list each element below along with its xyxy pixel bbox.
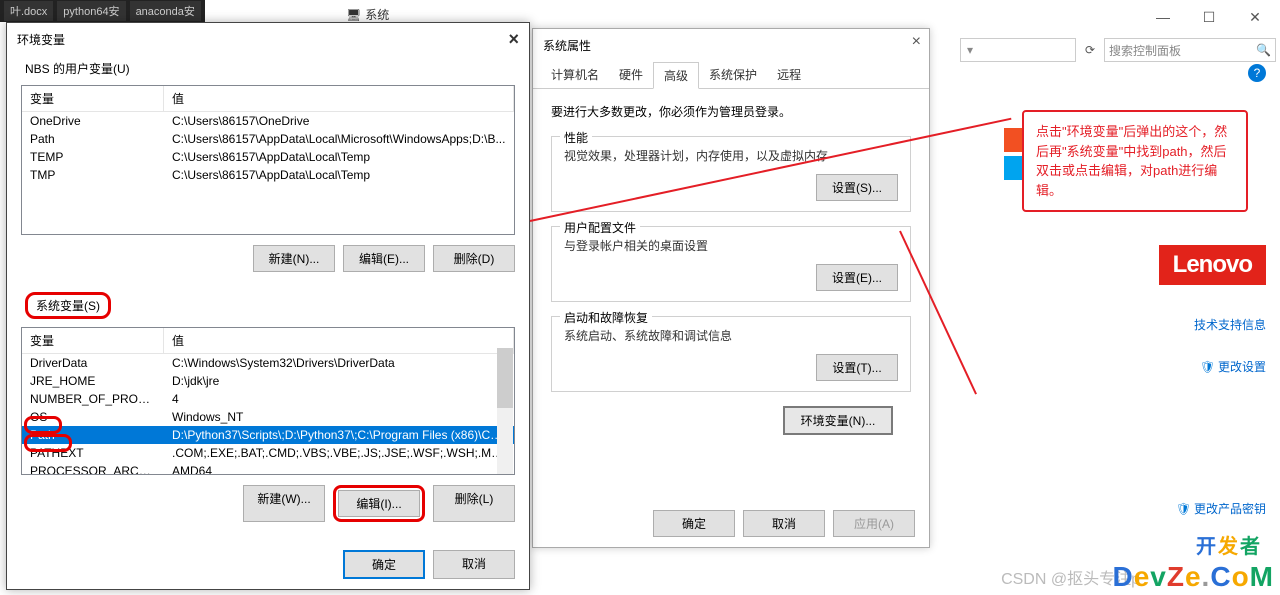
column-header-variable[interactable]: 变量 [22,86,164,111]
admin-note: 要进行大多数更改，你必须作为管理员登录。 [551,103,911,120]
user-profiles-group: 用户配置文件 与登录帐户相关的桌面设置 设置(E)... [551,226,911,302]
table-row[interactable]: DriverDataC:\Windows\System32\Drivers\Dr… [22,354,514,372]
table-row[interactable]: TEMPC:\Users\86157\AppData\Local\Temp [22,148,514,166]
support-link[interactable]: 技术支持信息 [1194,316,1266,333]
cancel-button[interactable]: 取消 [433,550,515,579]
apply-button[interactable]: 应用(A) [833,510,915,537]
new-user-var-button[interactable]: 新建(N)... [253,245,335,272]
column-header-value[interactable]: 值 [164,328,514,353]
close-button[interactable]: ✕ [1232,2,1278,32]
change-settings-link[interactable]: 更改设置 [1200,358,1266,375]
tab[interactable]: 叶.docx [4,1,53,21]
system-properties-dialog: 系统属性 × 计算机名 硬件 高级 系统保护 远程 要进行大多数更改，你必须作为… [532,28,930,548]
environment-variables-dialog: 环境变量 × NBS 的用户变量(U) 变量 值 OneDriveC:\User… [6,22,530,590]
tab-system-protection[interactable]: 系统保护 [699,62,767,88]
search-icon: 🔍 [1256,43,1271,57]
cancel-button[interactable]: 取消 [743,510,825,537]
tab-remote[interactable]: 远程 [767,62,811,88]
lenovo-logo: Lenovo [1159,245,1266,285]
dialog-title: 环境变量 [7,23,529,56]
tab-computer-name[interactable]: 计算机名 [541,62,609,88]
shield-icon [1176,502,1190,516]
devze-cn-logo: 开发者 [1196,530,1262,559]
user-variables-label: NBS 的用户变量(U) [7,56,529,81]
table-row[interactable]: TMPC:\Users\86157\AppData\Local\Temp [22,166,514,184]
new-sys-var-button[interactable]: 新建(W)... [243,485,325,522]
table-row[interactable]: PATHEXT.COM;.EXE;.BAT;.CMD;.VBS;.VBE;.JS… [22,444,514,462]
dialog-title: 系统属性 [533,29,929,62]
table-row[interactable]: OneDriveC:\Users\86157\OneDrive [22,112,514,130]
table-row[interactable]: NUMBER_OF_PROCESSORS4 [22,390,514,408]
system-variables-table[interactable]: 变量 值 DriverDataC:\Windows\System32\Drive… [21,327,515,475]
column-header-value[interactable]: 值 [164,86,514,111]
scrollbar-thumb[interactable] [497,348,513,408]
environment-variables-button[interactable]: 环境变量(N)... [783,406,893,435]
table-row[interactable]: PathD:\Python37\Scripts\;D:\Python37\;C:… [22,426,514,444]
ok-button[interactable]: 确定 [343,550,425,579]
tab-bar: 计算机名 硬件 高级 系统保护 远程 [533,62,929,89]
tab-advanced[interactable]: 高级 [653,62,699,89]
edit-user-var-button[interactable]: 编辑(E)... [343,245,425,272]
system-variables-label: 系统变量(S) [7,288,529,323]
startup-recovery-group: 启动和故障恢复 系统启动、系统故障和调试信息 设置(T)... [551,316,911,392]
close-icon[interactable]: × [508,29,519,50]
table-row[interactable]: OSWindows_NT [22,408,514,426]
table-row[interactable]: PathC:\Users\86157\AppData\Local\Microso… [22,130,514,148]
edit-sys-var-button[interactable]: 编辑(I)... [338,490,420,517]
change-key-link[interactable]: 更改产品密钥 [1176,500,1266,517]
minimize-button[interactable]: — [1140,2,1186,32]
refresh-icon[interactable]: ⟳ [1080,43,1100,57]
perf-settings-button[interactable]: 设置(S)... [816,174,898,201]
search-input[interactable]: 搜索控制面板 🔍 [1104,38,1276,62]
maximize-button[interactable]: ☐ [1186,2,1232,32]
tab[interactable]: anaconda安 [130,1,201,21]
annotation-callout: 点击"环境变量"后弹出的这个，然后再"系统变量"中找到path，然后双击或点击编… [1022,110,1248,212]
devze-logo: DevZe.CoM [1112,561,1274,593]
help-icon[interactable]: ? [1248,64,1266,82]
profiles-settings-button[interactable]: 设置(E)... [816,264,898,291]
system-window-title: 🖥 系统 [346,6,389,23]
delete-sys-var-button[interactable]: 删除(L) [433,485,515,522]
editor-tabs: 叶.docx python64安 anaconda安 [0,0,205,22]
tab[interactable]: python64安 [57,1,125,21]
table-row[interactable]: JRE_HOMED:\jdk\jre [22,372,514,390]
tab-hardware[interactable]: 硬件 [609,62,653,88]
system-icon: 🖥 [346,8,361,22]
table-row[interactable]: PROCESSOR_ARCHITECT...AMD64 [22,462,514,475]
close-icon[interactable]: × [912,33,921,51]
ok-button[interactable]: 确定 [653,510,735,537]
startup-settings-button[interactable]: 设置(T)... [816,354,898,381]
delete-user-var-button[interactable]: 删除(D) [433,245,515,272]
breadcrumb-path[interactable]: ▾ [960,38,1076,62]
column-header-variable[interactable]: 变量 [22,328,164,353]
shield-icon [1200,360,1214,374]
user-variables-table[interactable]: 变量 值 OneDriveC:\Users\86157\OneDrivePath… [21,85,515,235]
performance-group: 性能 视觉效果，处理器计划，内存使用，以及虚拟内存 设置(S)... [551,136,911,212]
